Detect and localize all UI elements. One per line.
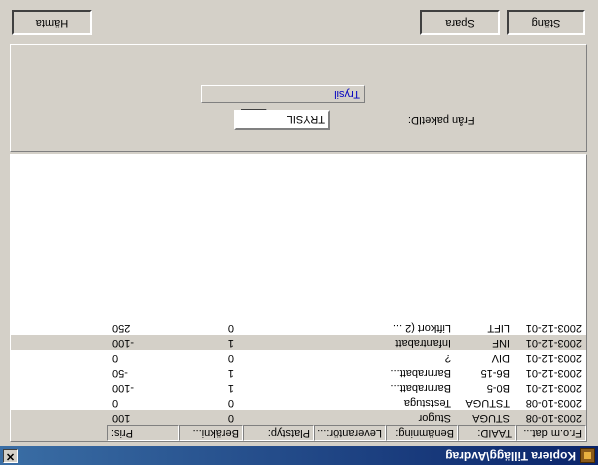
column-header-from-date[interactable]: Fr.o.m dat... xyxy=(516,425,586,441)
table-row[interactable]: 2003-12-01 INF Infantrabatt 1 -100 xyxy=(11,335,586,350)
cell-taaid: DIV xyxy=(491,352,510,364)
title-bar: Kopiera Tillägg\Avdrag ✕ xyxy=(0,446,598,465)
cell-berakning: 0 xyxy=(227,322,234,334)
table-row[interactable]: 2003-12-01 LIFT Liftkort (2 ... 0 250 xyxy=(11,320,586,335)
cell-pris: -50 xyxy=(112,367,128,379)
cell-taaid: INF xyxy=(492,337,510,349)
cell-date: 2003-12-01 xyxy=(525,337,582,349)
fetch-button[interactable]: Hämta xyxy=(12,10,92,35)
cell-date: 2003-10-08 xyxy=(525,397,582,409)
cell-benamning: Stugor xyxy=(418,412,451,424)
cell-taaid: B0-5 xyxy=(486,382,510,394)
cell-benamning: ? xyxy=(444,352,451,364)
column-header-pris[interactable]: Pris: xyxy=(107,425,179,441)
cell-pris: 100 xyxy=(112,412,131,424)
cell-taaid: STUGA xyxy=(472,412,510,424)
column-header-taaid[interactable]: TAAID: xyxy=(458,425,516,441)
cell-berakning: 0 xyxy=(227,397,234,409)
cell-taaid: LIFT xyxy=(487,322,510,334)
cell-date: 2003-10-08 xyxy=(525,412,582,424)
table-row[interactable]: 2003-10-08 TSTUGA Teststuga 0 0 xyxy=(11,395,586,410)
cell-berakning: 1 xyxy=(227,367,234,379)
cell-pris: -100 xyxy=(112,337,135,349)
column-header-berakning[interactable]: Beräkni... xyxy=(179,425,243,441)
cell-benamning: Teststuga xyxy=(403,397,451,409)
cell-date: 2003-12-01 xyxy=(525,322,582,334)
close-button[interactable]: Stäng xyxy=(507,10,585,35)
cell-berakning: 0 xyxy=(227,412,234,424)
cell-date: 2003-12-01 xyxy=(525,352,582,364)
app-icon xyxy=(580,448,595,463)
cell-pris: 0 xyxy=(112,397,119,409)
cell-benamning: Barnrabatt... xyxy=(390,382,451,394)
column-header-leverantor[interactable]: Leverantör:... xyxy=(314,425,386,441)
cell-benamning: Barnrabatt... xyxy=(390,367,451,379)
column-header-platstyp[interactable]: Platstyp: xyxy=(243,425,314,441)
cell-berakning: 0 xyxy=(227,352,234,364)
window-close-button[interactable]: ✕ xyxy=(3,449,18,463)
dialog-window: Kopiera Tillägg\Avdrag ✕ Fr.o.m dat... T… xyxy=(0,0,598,465)
column-header-benamning[interactable]: Benämning: xyxy=(386,425,458,441)
cell-taaid: TSTUGA xyxy=(465,397,510,409)
cell-pris: 250 xyxy=(112,322,131,334)
grid-header: Fr.o.m dat... TAAID: Benämning: Leverant… xyxy=(11,425,586,441)
cell-taaid: B6-15 xyxy=(480,367,510,379)
cell-pris: -100 xyxy=(112,382,135,394)
cell-date: 2003-12-01 xyxy=(525,382,582,394)
save-button[interactable]: Spara xyxy=(420,10,500,35)
cell-benamning: Infantrabatt xyxy=(395,337,451,349)
cell-benamning: Liftkort (2 ... xyxy=(392,322,451,334)
cell-berakning: 1 xyxy=(227,382,234,394)
table-row[interactable]: 2003-12-01 B0-5 Barnrabatt... 1 -100 xyxy=(11,380,586,395)
tillagg-grid[interactable]: Fr.o.m dat... TAAID: Benämning: Leverant… xyxy=(10,154,587,442)
cell-berakning: 1 xyxy=(227,337,234,349)
cell-date: 2003-12-01 xyxy=(525,367,582,379)
cell-pris: 0 xyxy=(112,352,119,364)
window-title: Kopiera Tillägg\Avdrag xyxy=(445,449,576,463)
package-id-label: Från paketID: xyxy=(408,114,475,126)
table-row[interactable]: 2003-12-01 B6-15 Barnrabatt... 1 -50 xyxy=(11,365,586,380)
package-name-field: Trysil xyxy=(201,85,365,103)
table-row[interactable]: 2003-12-01 DIV ? 0 0 xyxy=(11,350,586,365)
package-id-input[interactable]: TRYSIL xyxy=(234,110,330,130)
table-row[interactable]: 2003-10-08 STUGA Stugor 0 100 xyxy=(11,410,586,425)
